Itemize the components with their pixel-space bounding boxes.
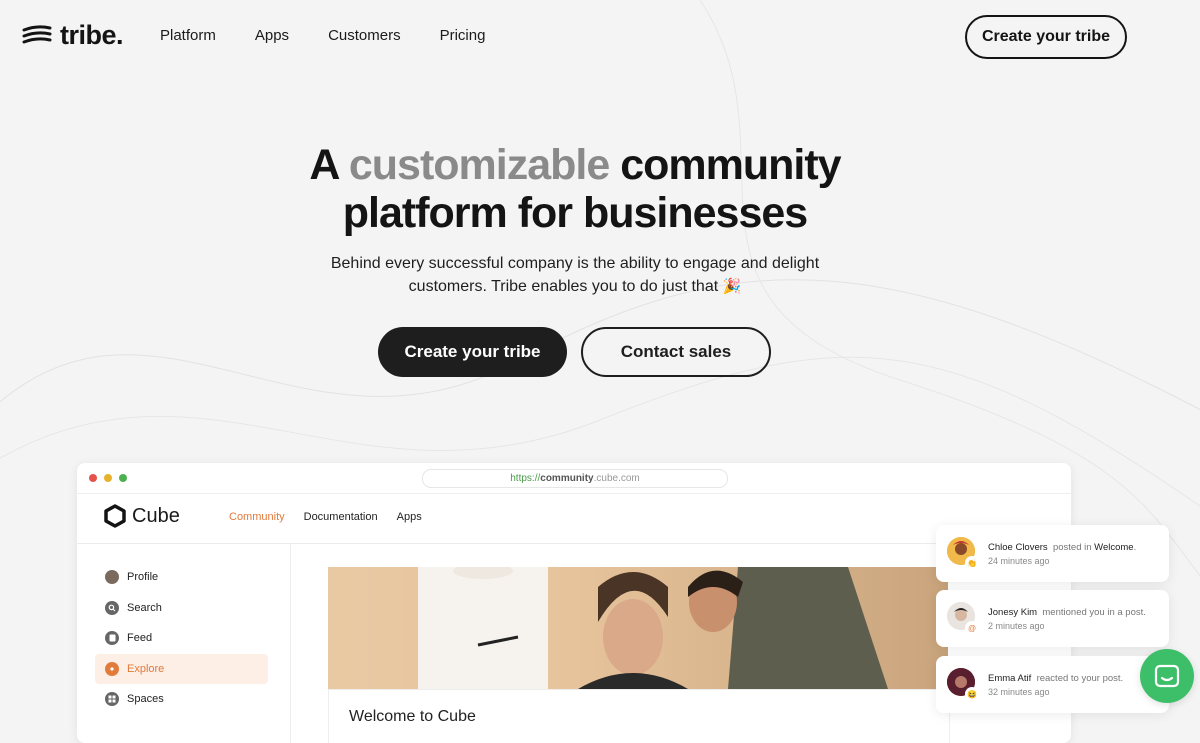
hero-subtitle: Behind every successful company is the a… (0, 252, 1150, 298)
notification-action: reacted to your post. (1036, 673, 1124, 684)
window-minimize-dot (104, 474, 112, 482)
cube-logo-icon (104, 504, 126, 528)
hero-title-line2: platform for businesses (342, 189, 808, 237)
notification-card[interactable]: 👏 Chloe Clovers posted in Welcome. 24 mi… (936, 525, 1169, 582)
notification-card[interactable]: @ Jonesy Kim mentioned you in a post. 2 … (936, 590, 1169, 647)
sidebar-item-spaces[interactable]: Spaces (95, 684, 268, 714)
browser-mockup: https://community.cube.com Cube Communit… (77, 463, 1071, 743)
feed-icon (105, 631, 119, 645)
nav-link-pricing[interactable]: Pricing (440, 27, 486, 44)
sidebar-item-search[interactable]: Search (95, 593, 268, 623)
app-nav-community[interactable]: Community (229, 511, 285, 523)
sidebar-item-label: Feed (127, 632, 153, 644)
chat-launcher-button[interactable] (1140, 649, 1194, 703)
sidebar-item-explore[interactable]: Explore (95, 654, 268, 684)
search-icon (105, 601, 119, 615)
contact-sales-button[interactable]: Contact sales (581, 327, 771, 377)
grid-icon (105, 692, 119, 706)
laugh-emoji-icon: 😆 (965, 687, 979, 701)
nav-link-customers[interactable]: Customers (328, 27, 401, 44)
notification-user: Chloe Clovers (988, 542, 1048, 553)
sidebar-item-profile[interactable]: Profile (95, 562, 268, 592)
notification-user: Emma Atif (988, 673, 1032, 684)
notification-time: 24 minutes ago (988, 556, 1050, 566)
tribe-logo[interactable]: tribe. (22, 20, 124, 51)
feed-hero-photo (328, 567, 948, 689)
notification-suffix: . (1133, 542, 1137, 553)
compass-icon (105, 662, 119, 676)
app-nav-documentation[interactable]: Documentation (304, 511, 378, 523)
app-name: Cube (132, 504, 180, 527)
url-bar[interactable]: https://community.cube.com (422, 469, 728, 488)
hero-title-a: A (309, 141, 338, 189)
nav-link-apps[interactable]: Apps (255, 27, 289, 44)
top-nav: tribe. Platform Apps Customers Pricing C… (0, 0, 1200, 74)
nav-link-platform[interactable]: Platform (160, 27, 216, 44)
cube-logo[interactable]: Cube (104, 504, 180, 528)
notification-text: Chloe Clovers posted in Welcome. (988, 542, 1136, 553)
sidebar-item-feed[interactable]: Feed (95, 623, 268, 653)
chat-icon (1154, 664, 1180, 688)
app-nav-apps[interactable]: Apps (397, 511, 422, 523)
notification-time: 32 minutes ago (988, 687, 1050, 697)
post-title: Welcome to Cube (349, 708, 476, 725)
notification-time: 2 minutes ago (988, 621, 1045, 631)
sidebar-item-label: Search (127, 602, 162, 614)
app-header: Cube Community Documentation Apps (77, 493, 1071, 544)
brand-name: tribe. (60, 20, 124, 50)
notification-card[interactable]: 😆 Emma Atif reacted to your post. 32 min… (936, 656, 1169, 713)
avatar-icon (105, 570, 119, 584)
sidebar-item-label: Profile (127, 571, 159, 583)
people-photo (418, 567, 888, 689)
reaction-icon: 👏 (965, 556, 979, 570)
url-scheme: https:// (510, 473, 541, 484)
nav-links: Platform Apps Customers Pricing (160, 27, 524, 44)
hero-title-b: community (620, 141, 841, 189)
mention-icon: @ (965, 621, 979, 635)
window-close-dot (89, 474, 97, 482)
notification-action: mentioned you in a post. (1042, 607, 1146, 618)
party-popper-icon: 🎉 (722, 278, 742, 295)
hero-subtitle-line2: customers. Tribe enables you to do just … (408, 278, 719, 295)
hero-subtitle-line1: Behind every successful company is the a… (330, 255, 820, 272)
tribe-logo-icon (22, 24, 52, 43)
app-sidebar: Profile Search Feed Explore Spaces (77, 544, 291, 743)
nav-create-tribe-button[interactable]: Create your tribe (965, 15, 1127, 59)
notification-user: Jonesy Kim (988, 607, 1038, 618)
notification-text: Emma Atif reacted to your post. (988, 673, 1123, 684)
sidebar-item-label: Explore (127, 663, 165, 675)
window-maximize-dot (119, 474, 127, 482)
app-nav: Community Documentation Apps (229, 511, 441, 523)
hero-title: A customizable community platform for bu… (0, 141, 1150, 237)
feed-post-card: Welcome to Cube (328, 689, 950, 743)
notification-text: Jonesy Kim mentioned you in a post. (988, 607, 1146, 618)
browser-toolbar: https://community.cube.com (77, 463, 1071, 494)
sidebar-item-label: Spaces (127, 693, 164, 705)
url-rest: .cube.com (593, 473, 640, 484)
notification-action: posted in (1052, 542, 1092, 553)
hero-title-muted: customizable (348, 141, 610, 189)
create-tribe-button[interactable]: Create your tribe (378, 327, 567, 377)
notification-target: Welcome (1094, 542, 1134, 553)
url-host: community (540, 473, 594, 484)
